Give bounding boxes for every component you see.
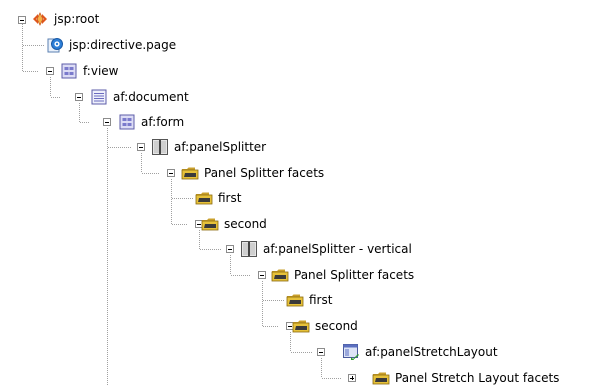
folder-icon [201, 215, 219, 233]
node-label: second [224, 217, 267, 231]
node-label: Panel Stretch Layout facets [395, 371, 560, 385]
panel-splitter-icon [151, 138, 169, 156]
directive-icon [46, 36, 64, 54]
tree-node-second[interactable]: second [292, 317, 358, 335]
node-label: jsp:directive.page [69, 38, 177, 52]
tree-node-af-panelsplitter-vertical[interactable]: af:panelSplitter - vertical [240, 240, 412, 258]
tree-node-jsp-directive-page[interactable]: jsp:directive.page [46, 36, 176, 54]
tree-node-second[interactable]: second [189, 215, 267, 233]
panel-splitter-icon [240, 240, 258, 258]
node-label: Panel Splitter facets [204, 166, 325, 180]
node-label: af:panelSplitter [174, 140, 267, 154]
expand-toggle-af-form[interactable] [103, 118, 111, 126]
tree-node-af-panelsplitter[interactable]: af:panelSplitter [151, 138, 266, 156]
view-icon [60, 62, 78, 80]
expand-toggle-af-panelsplitter-vertical[interactable] [226, 245, 234, 253]
expand-toggle-af-panelstretchlayout[interactable] [317, 348, 325, 356]
tree-node-panel-splitter-facets[interactable]: Panel Splitter facets [181, 164, 324, 182]
node-label: jsp:root [54, 12, 100, 26]
component-tree: jsp:root jsp:directive.page f:view af:do… [0, 0, 600, 386]
folder-icon [292, 317, 310, 335]
expand-toggle-af-document[interactable] [75, 93, 83, 101]
panel-stretch-layout-icon [342, 343, 360, 361]
node-label: f:view [83, 64, 119, 78]
node-label: Panel Splitter facets [294, 268, 415, 282]
node-label: af:panelStretchLayout [365, 345, 498, 359]
node-label: af:document [113, 90, 189, 104]
expand-toggle-panel-stretch-layout-facets[interactable] [348, 374, 356, 382]
folder-icon [271, 266, 289, 284]
expand-toggle-f-view[interactable] [46, 67, 54, 75]
node-label: af:form [141, 115, 185, 129]
tree-node-f-view[interactable]: f:view [60, 62, 118, 80]
node-label: first [218, 191, 242, 205]
folder-icon [181, 164, 199, 182]
tree-node-first[interactable]: first [195, 189, 241, 207]
expand-toggle-panel-splitter-facets[interactable] [167, 169, 175, 177]
node-label: first [309, 293, 333, 307]
tree-node-first[interactable]: first [286, 291, 332, 309]
expand-toggle-panel-splitter-facets-2[interactable] [258, 271, 266, 279]
folder-icon [286, 291, 304, 309]
tree-node-af-document[interactable]: af:document [90, 88, 189, 106]
tree-node-panel-stretch-layout-facets[interactable]: Panel Stretch Layout facets [372, 369, 559, 387]
tree-node-af-form[interactable]: af:form [118, 113, 184, 131]
expand-toggle-jsp-root[interactable] [18, 16, 26, 24]
folder-icon [372, 369, 390, 387]
folder-icon [195, 189, 213, 207]
node-label: af:panelSplitter - vertical [263, 242, 412, 256]
document-icon [90, 88, 108, 106]
expand-toggle-af-panelsplitter[interactable] [137, 143, 145, 151]
form-icon [118, 113, 136, 131]
tree-node-af-panelstretchlayout[interactable]: af:panelStretchLayout [342, 343, 498, 361]
jsp-root-icon [31, 10, 49, 28]
tree-node-jsp-root[interactable]: jsp:root [31, 10, 99, 28]
node-label: second [315, 319, 358, 333]
tree-node-panel-splitter-facets[interactable]: Panel Splitter facets [271, 266, 414, 284]
